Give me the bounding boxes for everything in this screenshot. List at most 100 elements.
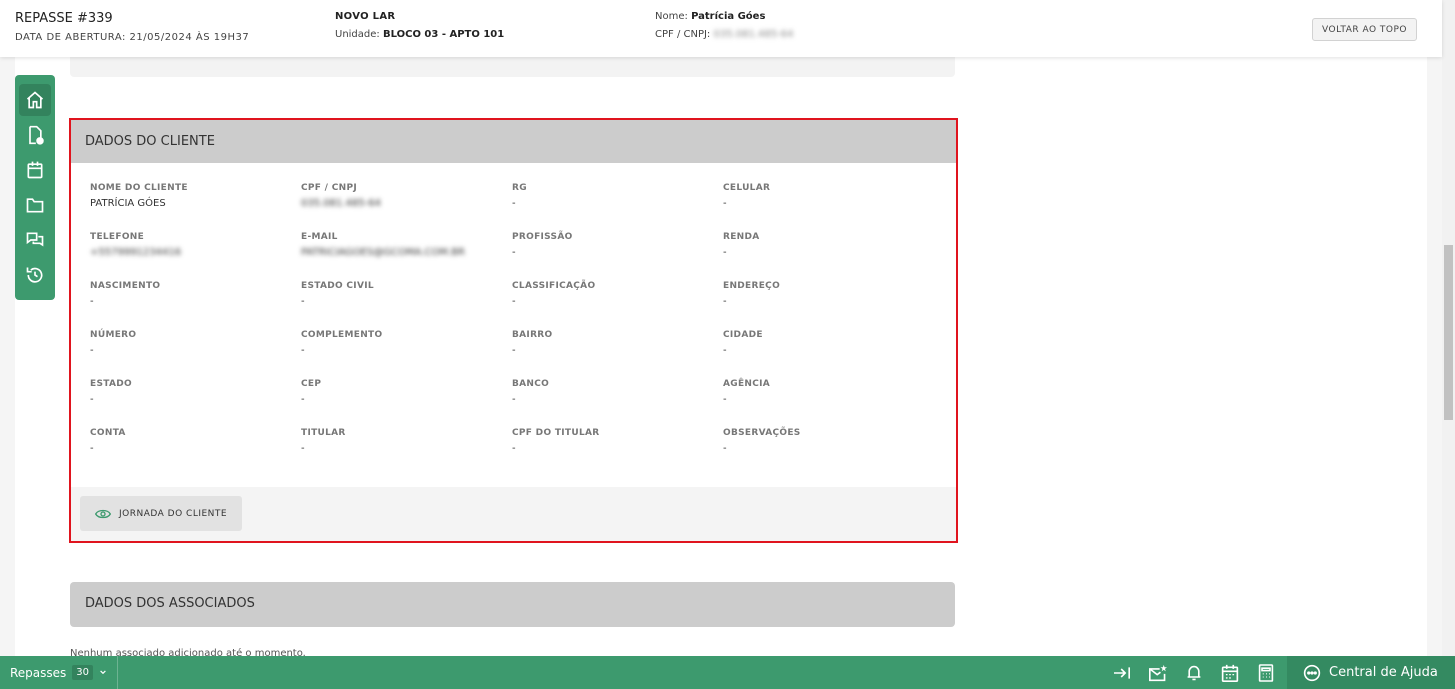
client-field: ESTADO - [90,379,290,405]
folder-icon[interactable] [19,189,51,221]
bottom-bar: Repasses 30 Central de Ajuda [0,656,1455,689]
field-value: - [723,198,727,209]
document-icon[interactable] [19,119,51,151]
repasses-selector[interactable]: Repasses 30 [0,656,118,689]
client-field: RENDA - [723,232,923,258]
field-label: E-MAIL [301,232,338,242]
field-label: ENDEREÇO [723,281,781,291]
client-field: CIDADE - [723,330,923,356]
field-label: NÚMERO [90,330,137,340]
field-value: - [512,296,516,307]
client-data-card: DADOS DO CLIENTE NOME DO CLIENTE PATRÍCIA… [69,118,958,543]
field-value: - [512,247,516,258]
chevron-down-icon [100,670,106,675]
bell-icon[interactable] [1183,662,1205,684]
field-label: COMPLEMENTO [301,330,383,340]
client-field: RG - [512,183,712,209]
field-value: - [723,345,727,356]
side-navigation [15,75,55,300]
doc-line: CPF / CNPJ: 035.081.485-64 [655,29,793,40]
name-value: Patrícia Góes [691,11,766,22]
vertical-scrollbar[interactable] [1442,0,1455,689]
history-icon[interactable] [19,259,51,291]
field-value: 035.081.485-64 [301,198,381,209]
field-label: RENDA [723,232,760,242]
client-field: ESTADO CIVIL - [301,281,501,307]
field-value: - [512,345,516,356]
field-label: NOME DO CLIENTE [90,183,188,193]
field-label: CEP [301,379,322,389]
client-field: BANCO - [512,379,712,405]
field-value: - [301,296,305,307]
field-label: OBSERVAÇÕES [723,428,801,438]
repasses-count: 30 [72,665,94,680]
client-field: TELEFONE +5579991234416 [90,232,290,258]
top-header: REPASSE #339 DATA DE ABERTURA: 21/05/202… [0,0,1442,57]
field-label: RG [512,183,527,193]
opening-date: DATA DE ABERTURA: 21/05/2024 ÀS 19H37 [15,32,250,43]
client-field: NOME DO CLIENTE PATRÍCIA GÓES [90,183,290,209]
field-value: - [512,443,516,454]
client-field: COMPLEMENTO - [301,330,501,356]
field-value: - [723,247,727,258]
field-value: PATRICIAGOES@GCOMA.COM.BR [301,247,465,258]
field-value: - [90,394,94,405]
field-label: CIDADE [723,330,763,340]
doc-label: CPF / CNPJ: [655,29,711,40]
field-value: - [90,443,94,454]
client-field: CPF DO TITULAR - [512,428,712,454]
client-field: ENDEREÇO - [723,281,923,307]
calendar-icon[interactable] [19,154,51,186]
unit-value: BLOCO 03 - APTO 101 [382,29,505,40]
field-value: PATRÍCIA GÓES [90,198,166,209]
field-value: - [512,394,516,405]
mail-star-icon[interactable] [1147,662,1169,684]
repasses-label: Repasses [10,665,67,680]
client-journey-label: JORNADA DO CLIENTE [119,508,228,519]
field-label: PROFISSÃO [512,232,573,242]
client-field: CONTA - [90,428,290,454]
client-field: BAIRRO - [512,330,712,356]
client-field: CELULAR - [723,183,923,209]
field-label: ESTADO [90,379,132,389]
field-label: BANCO [512,379,550,389]
back-to-top-button[interactable]: VOLTAR AO TOPO [1312,18,1417,41]
field-label: ESTADO CIVIL [301,281,374,291]
client-field: CPF / CNPJ 035.081.485-64 [301,183,501,209]
name-label: Nome: [655,11,688,22]
home-icon[interactable] [19,84,51,116]
calendar-icon[interactable] [1219,662,1241,684]
field-value: - [301,394,305,405]
calculator-icon[interactable] [1255,662,1277,684]
field-label: AGÊNCIA [723,379,771,389]
field-label: NASCIMENTO [90,281,161,291]
client-field: CLASSIFICAÇÃO - [512,281,712,307]
client-field: CEP - [301,379,501,405]
collapse-right-icon[interactable] [1111,662,1133,684]
field-value: - [512,198,516,209]
field-value: +5579991234416 [90,247,182,258]
client-field: PROFISSÃO - [512,232,712,258]
name-line: Nome: Patrícia Góes [655,11,793,22]
client-field: NASCIMENTO - [90,281,290,307]
help-center-button[interactable]: Central de Ajuda [1287,656,1455,689]
repasse-info: REPASSE #339 DATA DE ABERTURA: 21/05/202… [15,11,249,43]
scrollbar-thumb[interactable] [1444,245,1453,420]
unit-label: Unidade: [335,29,380,40]
eye-icon [95,509,111,518]
field-label: CELULAR [723,183,771,193]
field-value: - [723,443,727,454]
field-label: CPF / CNPJ [301,183,357,193]
client-field: OBSERVAÇÕES - [723,428,923,454]
unit-line: Unidade: BLOCO 03 - APTO 101 [335,29,504,40]
chat-icon[interactable] [19,224,51,256]
client-journey-button[interactable]: JORNADA DO CLIENTE [80,496,243,531]
associates-card-title: DADOS DOS ASSOCIADOS [70,582,955,627]
project-info: NOVO LAR Unidade: BLOCO 03 - APTO 101 [335,11,504,40]
field-label: CPF DO TITULAR [512,428,600,438]
doc-value: 035.081.485-64 [713,29,794,40]
client-field: AGÊNCIA - [723,379,923,405]
field-label: CONTA [90,428,126,438]
project-name: NOVO LAR [335,11,396,22]
field-value: - [723,394,727,405]
